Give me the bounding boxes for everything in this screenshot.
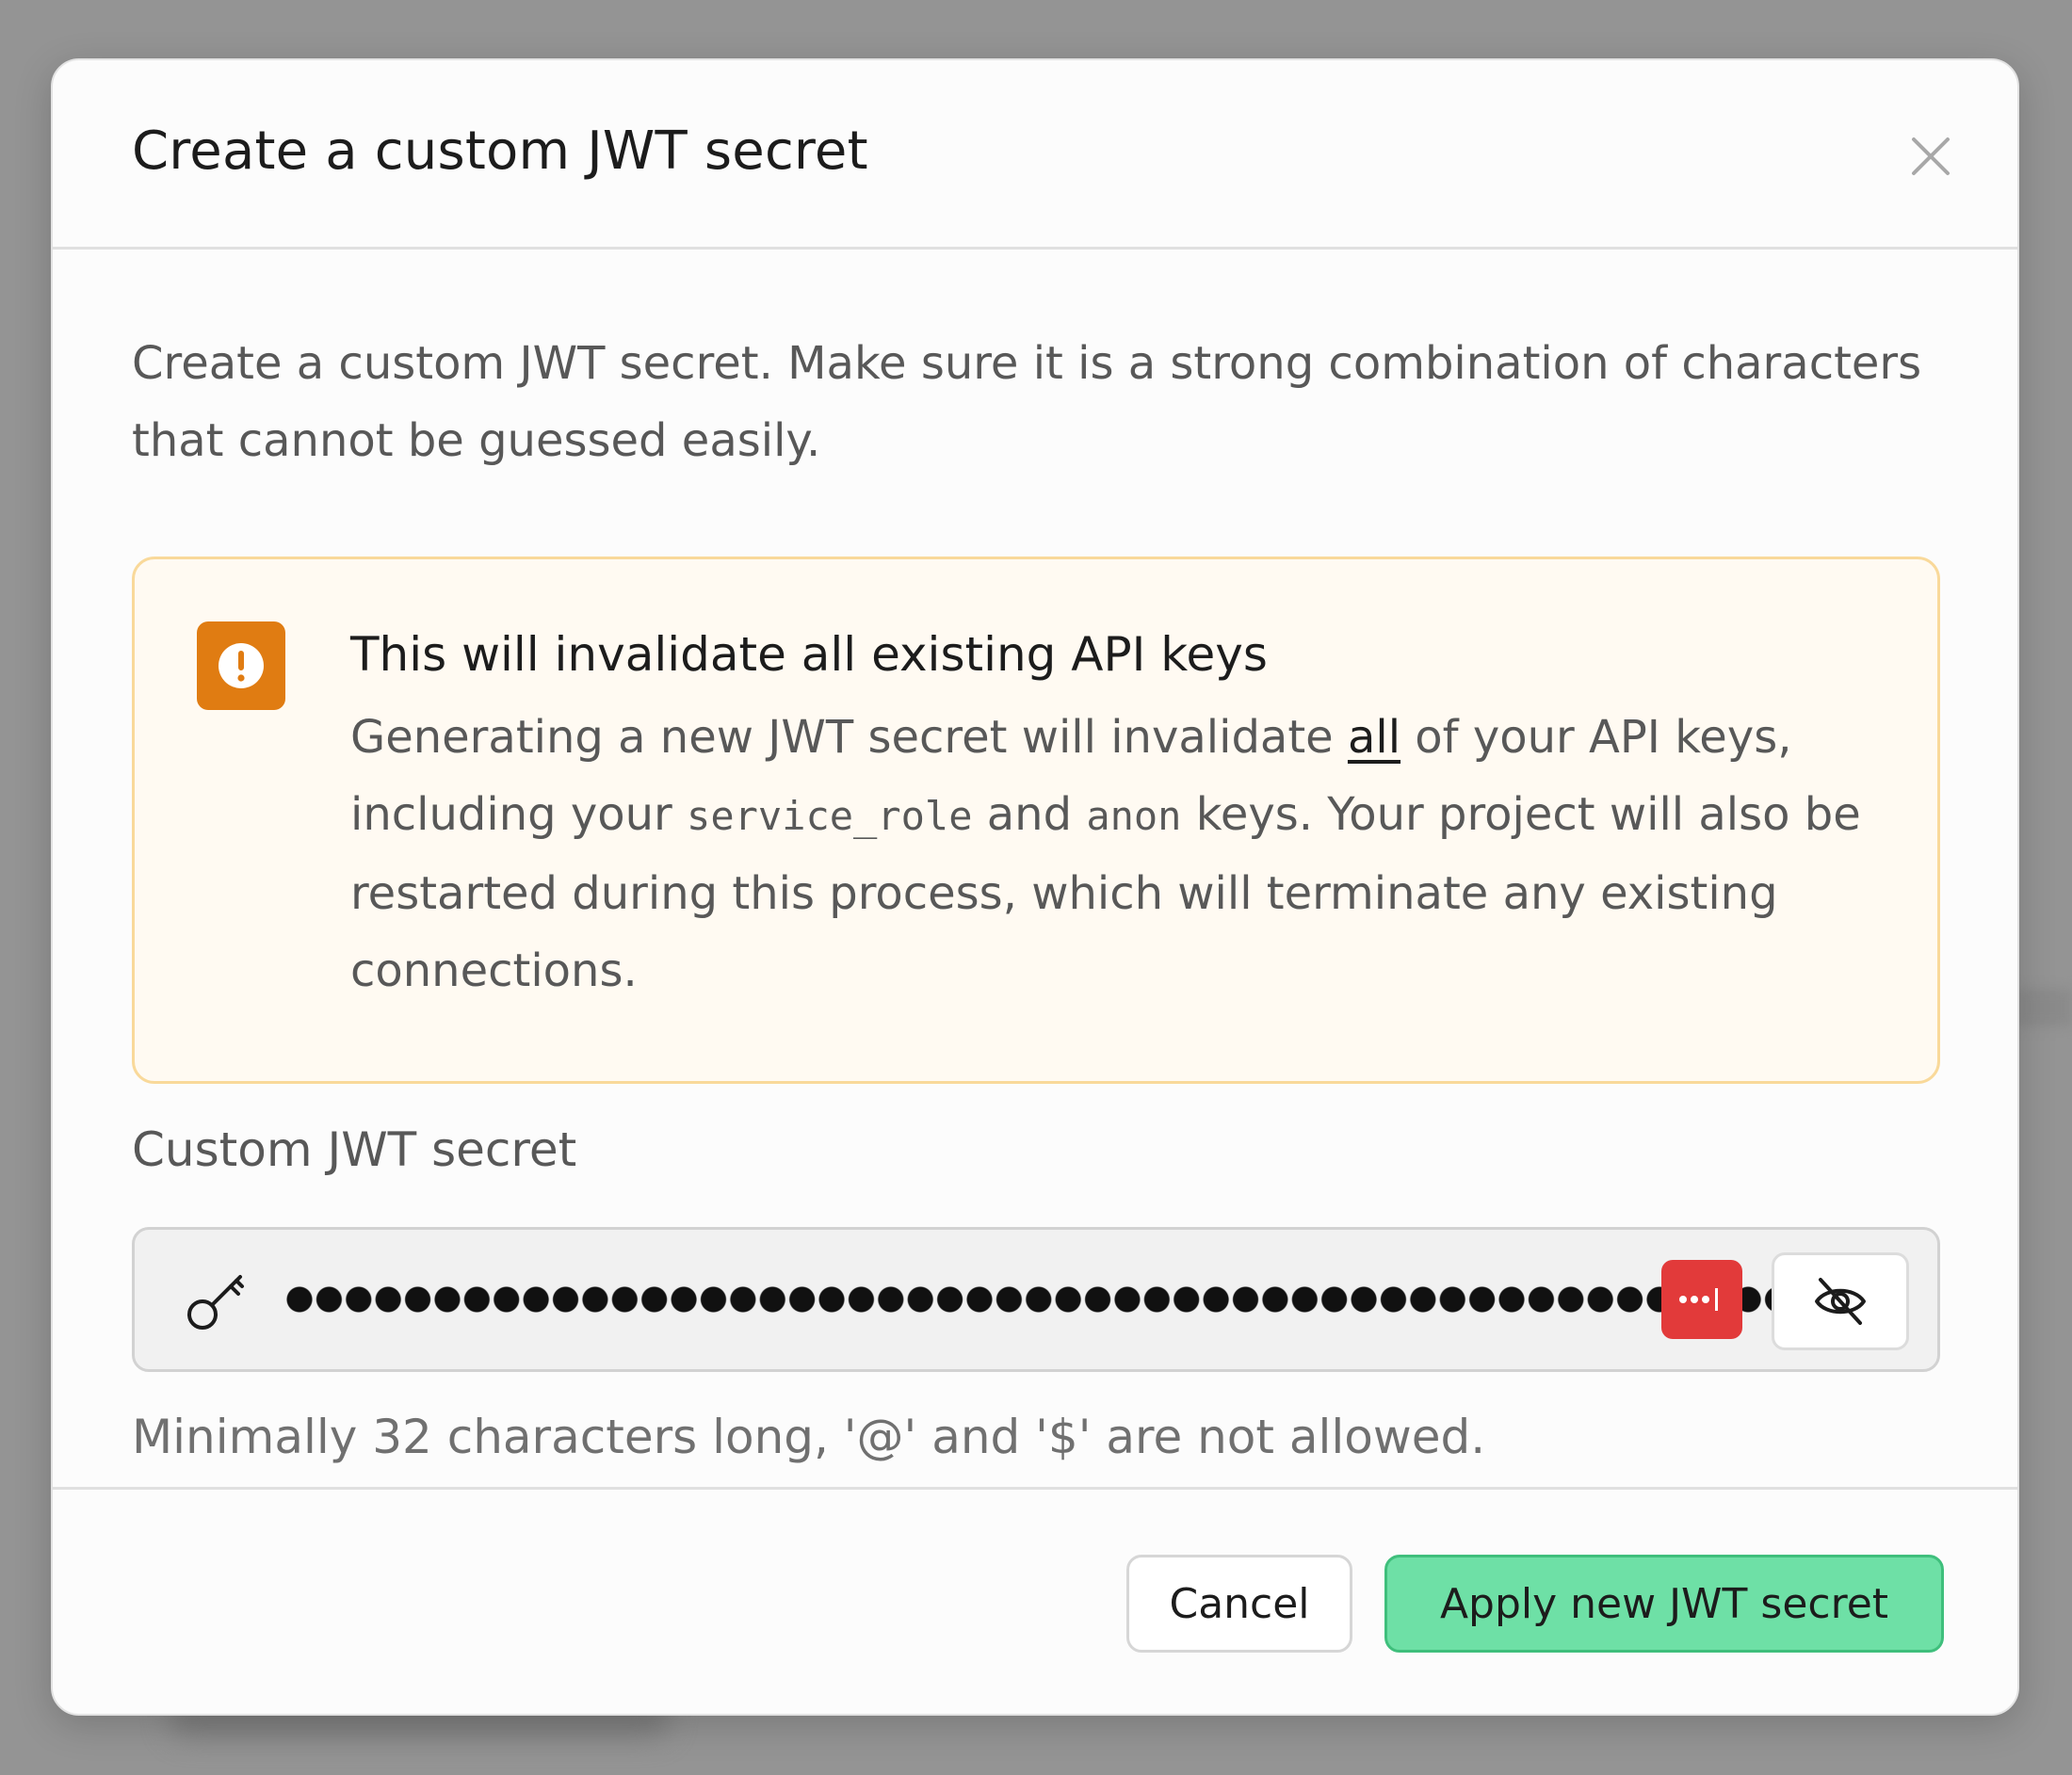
warning-text-part: and <box>972 788 1087 841</box>
warning-title: This will invalidate all existing API ke… <box>350 627 1268 682</box>
dialog-footer: Cancel Apply new JWT secret <box>53 1487 2017 1714</box>
cancel-button[interactable]: Cancel <box>1126 1555 1352 1653</box>
key-icon <box>187 1275 244 1330</box>
jwt-secret-dialog: Create a custom JWT secret Create a cust… <box>51 58 2019 1716</box>
secret-input-wrapper <box>132 1227 1940 1372</box>
apply-jwt-secret-button[interactable]: Apply new JWT secret <box>1384 1555 1944 1653</box>
dialog-title: Create a custom JWT secret <box>132 121 868 182</box>
eye-off-icon <box>1815 1278 1866 1325</box>
secret-field-hint: Minimally 32 characters long, '@' and '$… <box>132 1410 1486 1464</box>
warning-callout: This will invalidate all existing API ke… <box>132 557 1940 1084</box>
secret-field-label: Custom JWT secret <box>132 1122 577 1177</box>
backdrop-strip <box>2015 989 2072 1026</box>
dialog-header: Create a custom JWT secret <box>53 60 2017 250</box>
anon-code: anon <box>1086 793 1182 839</box>
exclamation-icon <box>197 621 285 710</box>
warning-text-emphasis: all <box>1347 711 1401 764</box>
warning-text-part: Generating a new JWT secret will invalid… <box>350 711 1348 764</box>
password-manager-icon[interactable] <box>1661 1260 1742 1339</box>
service-role-code: service_role <box>687 793 973 839</box>
warning-text: Generating a new JWT secret will invalid… <box>350 699 1895 1009</box>
dialog-description: Create a custom JWT secret. Make sure it… <box>132 337 1922 467</box>
close-button[interactable] <box>1901 126 1961 186</box>
close-icon <box>1912 137 1950 175</box>
toggle-visibility-button[interactable] <box>1772 1252 1909 1350</box>
